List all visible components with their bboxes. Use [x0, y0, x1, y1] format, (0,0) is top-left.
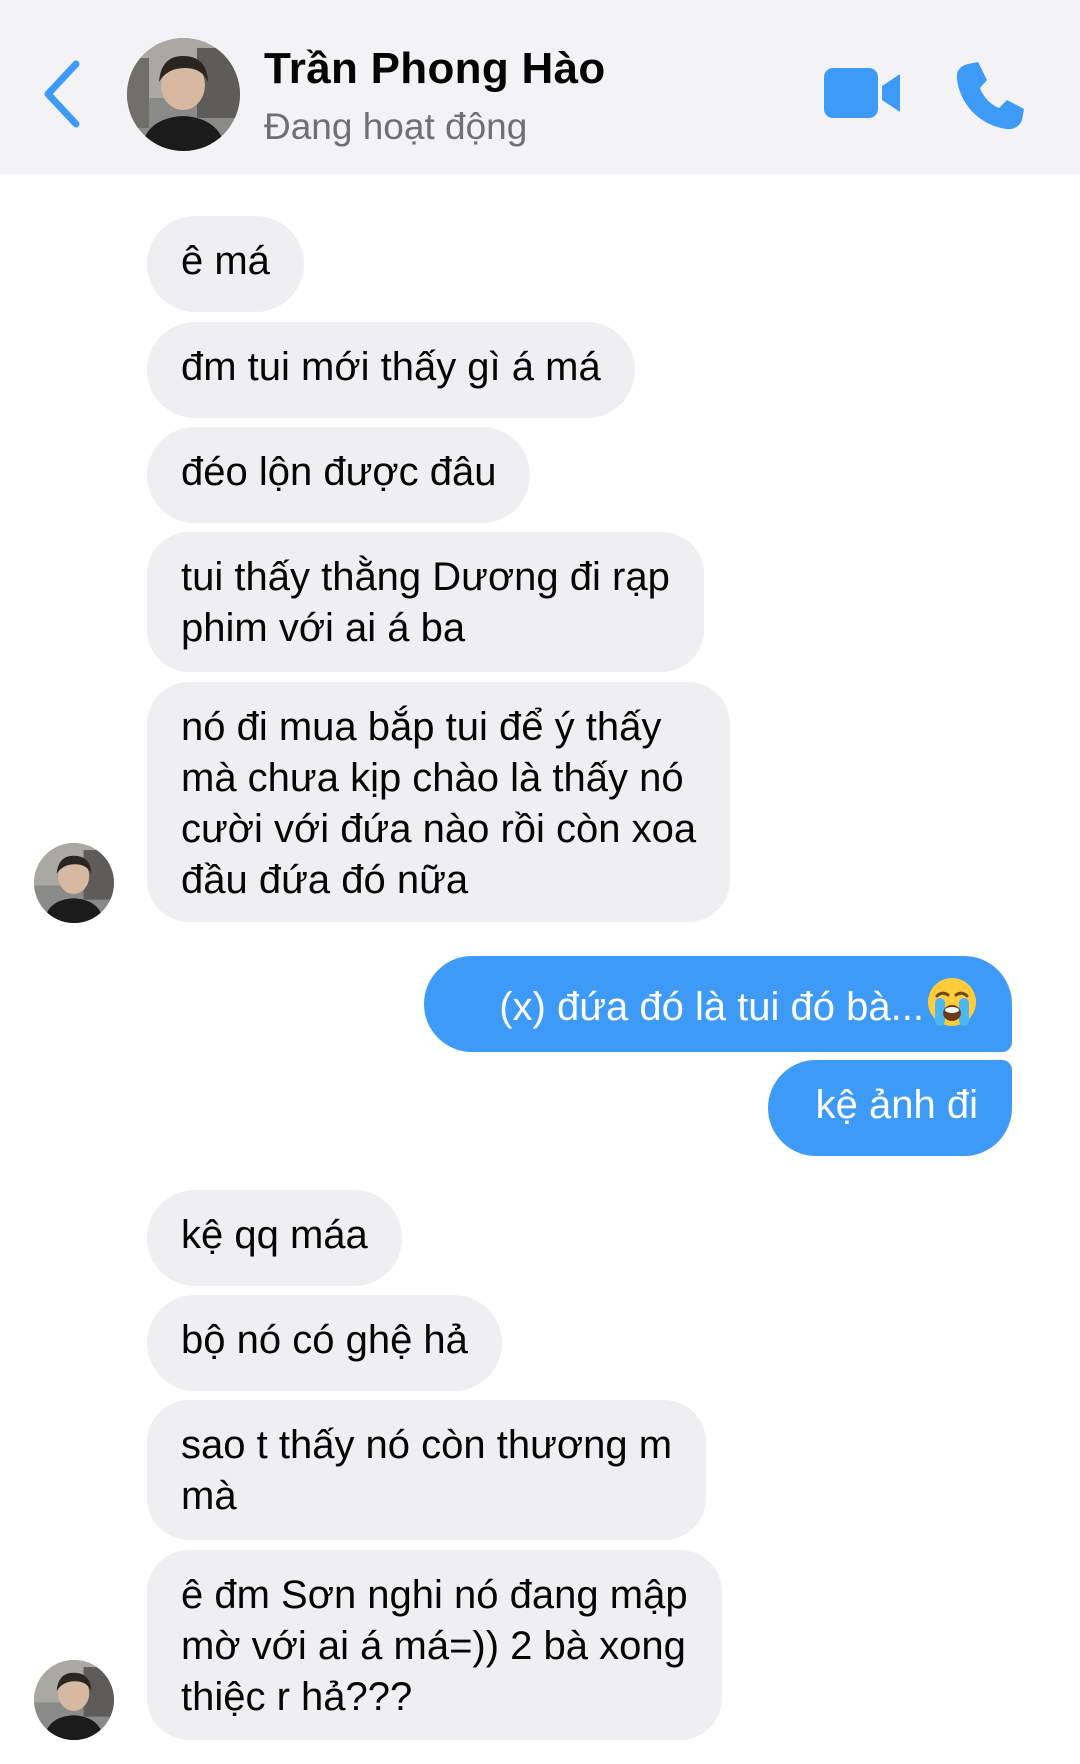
sender-avatar[interactable]	[34, 843, 114, 923]
incoming-message[interactable]: kệ qq máa	[147, 1190, 402, 1286]
message-text: đéo lộn được đâu	[181, 450, 497, 494]
message-text-line: thiệc r hả???	[181, 1675, 413, 1719]
message-text: đm tui mới thấy gì á má	[181, 345, 601, 389]
message-text-line: mà	[181, 1474, 237, 1518]
outgoing-message[interactable]: (x) đứa đó là tui đó bà...	[424, 956, 1012, 1052]
incoming-message[interactable]: nó đi mua bắp tui để ý thấy mà chưa kịp …	[147, 682, 731, 922]
incoming-message[interactable]: ê má	[147, 216, 304, 312]
active-status: Đang hoạt động	[264, 106, 528, 147]
message-text: ê má	[181, 239, 270, 283]
message-text-line: phim với ai á ba	[181, 606, 466, 650]
incoming-message[interactable]: bộ nó có ghệ hả	[147, 1295, 502, 1391]
message-text-line: nó đi mua bắp tui để ý thấy	[181, 705, 662, 749]
message-text-line: tui thấy thằng Dương đi rạp	[181, 555, 670, 599]
message-text: bộ nó có ghệ hả	[181, 1318, 468, 1362]
sender-avatar[interactable]	[34, 1660, 114, 1740]
incoming-message[interactable]: đm tui mới thấy gì á má	[147, 322, 635, 418]
incoming-message[interactable]: sao t thấy nó còn thương m mà	[147, 1400, 707, 1540]
message-text: kệ ảnh đi	[815, 1083, 978, 1127]
back-chevron-icon[interactable]	[40, 58, 84, 130]
video-camera-icon[interactable]	[822, 64, 902, 122]
outgoing-message[interactable]: kệ ảnh đi	[768, 1060, 1012, 1156]
message-text-line: đầu đứa đó nữa	[181, 858, 469, 902]
incoming-message[interactable]: đéo lộn được đâu	[147, 427, 531, 523]
message-text: kệ qq máa	[181, 1213, 368, 1257]
message-text-line: sao t thấy nó còn thương m	[181, 1423, 673, 1467]
incoming-message[interactable]: tui thấy thằng Dương đi rạp phim với ai …	[147, 532, 704, 672]
message-text: (x) đứa đó là tui đó bà...	[499, 985, 924, 1029]
message-text-line: mờ với ai á má=)) 2 bà xong	[181, 1624, 686, 1668]
message-text-line: ê đm Sơn nghi nó đang mập	[181, 1573, 688, 1617]
message-text-line: cười với đứa nào rồi còn xoa	[181, 807, 697, 851]
chat-header: Trần Phong Hào Đang hoạt động	[0, 0, 1080, 174]
phone-icon[interactable]	[954, 60, 1026, 132]
loudly-crying-face-emoji-icon	[928, 978, 976, 1026]
incoming-message[interactable]: ê đm Sơn nghi nó đang mập mờ với ai á má…	[147, 1550, 722, 1740]
contact-avatar[interactable]	[127, 38, 240, 151]
message-text-line: mà chưa kịp chào là thấy nó	[181, 756, 684, 800]
contact-name[interactable]: Trần Phong Hào	[264, 44, 606, 94]
